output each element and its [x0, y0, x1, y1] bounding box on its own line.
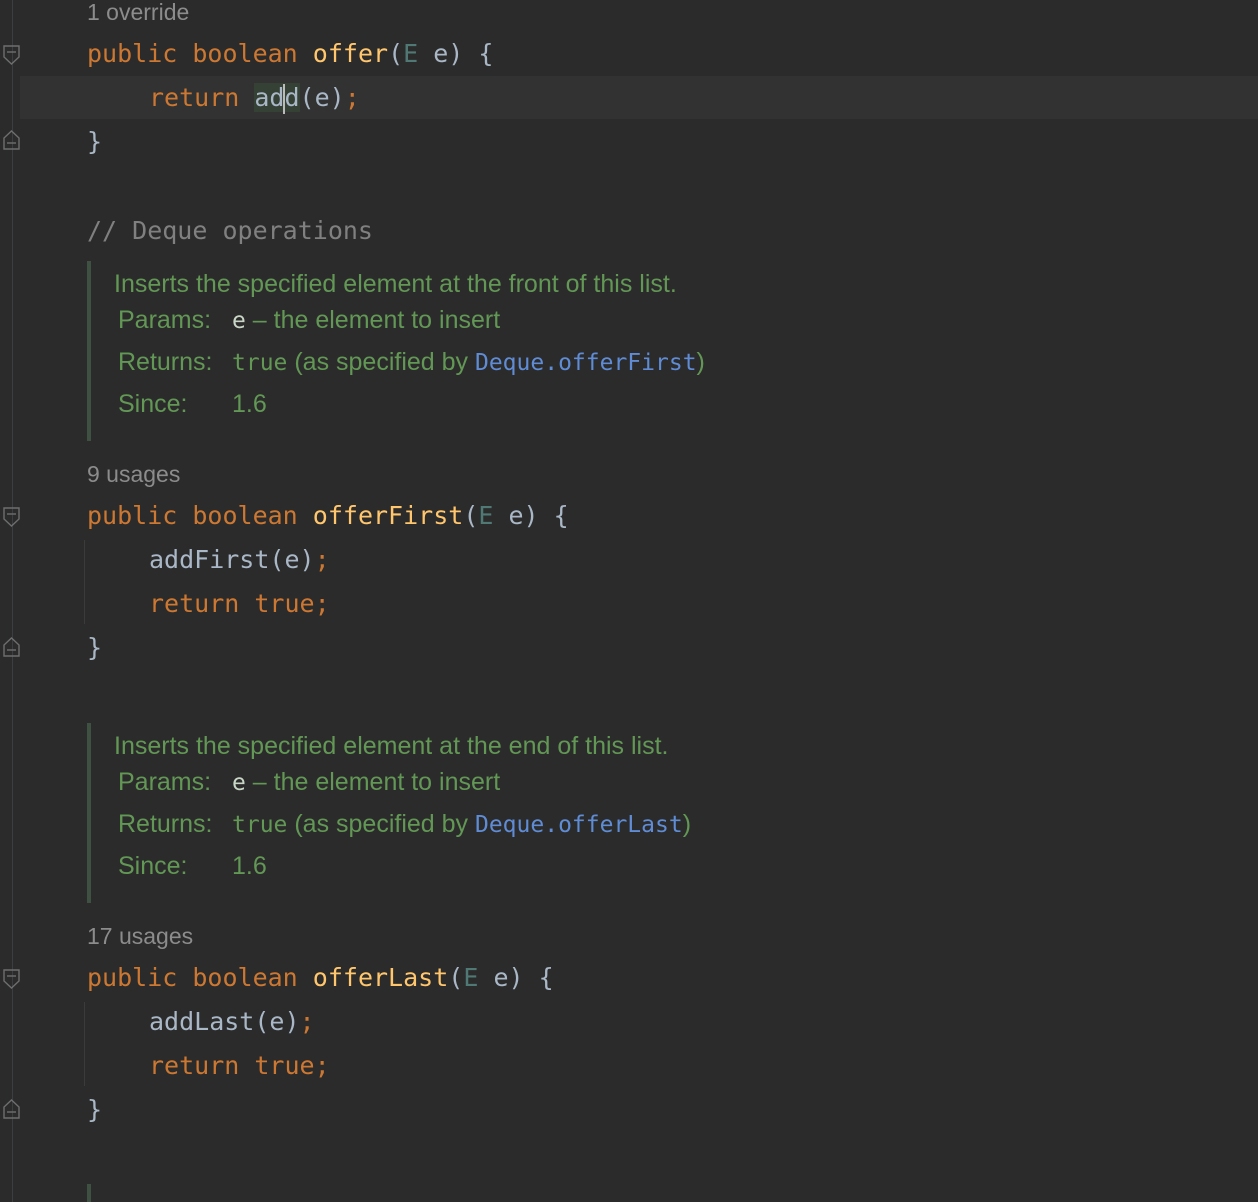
doc-params-row: Params: e – the element to insert — [91, 761, 991, 803]
doc-text: (as specified by — [287, 348, 475, 376]
keyword-public: public — [87, 963, 178, 992]
keyword-true: true — [254, 589, 315, 618]
param-list: e) { — [418, 39, 494, 68]
override-hint[interactable]: 1 override — [87, 0, 189, 27]
code-line-close-brace: } — [87, 1095, 103, 1124]
doc-label: Params: — [118, 306, 212, 334]
identifier-part: d — [284, 83, 300, 112]
param-list: e) { — [478, 963, 554, 992]
code-line-offer-signature: public boolean offer(E e) { — [87, 32, 493, 76]
javadoc-offerLast[interactable]: Inserts the specified element at the end… — [87, 723, 991, 903]
doc-label: Returns: — [118, 810, 213, 838]
semicolon: ; — [314, 1051, 330, 1080]
editor-gutter — [12, 0, 13, 1202]
fold-collapse-icon[interactable] — [3, 969, 20, 989]
fold-end-icon[interactable] — [3, 130, 20, 150]
doc-label: Params: — [118, 768, 212, 796]
type-param: E — [403, 39, 419, 68]
doc-param-desc: – the element to insert — [245, 306, 501, 334]
doc-link-deque-offerLast[interactable]: Deque.offerLast — [475, 812, 683, 838]
method-call[interactable]: addFirst(e) — [149, 545, 315, 574]
method-call[interactable]: addLast(e) — [149, 1007, 300, 1036]
fold-collapse-icon[interactable] — [3, 45, 20, 65]
comment-deque-operations: // Deque operations — [87, 216, 373, 245]
doc-code: true — [232, 812, 288, 838]
doc-text: ) — [696, 348, 705, 376]
type-param: E — [478, 501, 494, 530]
type-param: E — [463, 963, 479, 992]
doc-link-deque-offerFirst[interactable]: Deque.offerFirst — [475, 350, 697, 376]
doc-label: Since: — [118, 390, 188, 418]
method-name-offerFirst[interactable]: offerFirst — [313, 501, 464, 530]
code-line-return-add[interactable]: return add(e); — [87, 76, 360, 120]
usages-hint[interactable]: 17 usages — [87, 921, 193, 951]
semicolon: ; — [314, 589, 330, 618]
doc-description: Inserts the specified element at the fro… — [114, 270, 677, 298]
keyword-boolean: boolean — [192, 39, 298, 68]
code-line-close-brace: } — [87, 633, 103, 662]
semicolon: ; — [344, 83, 360, 112]
keyword-return: return — [149, 1051, 240, 1080]
keyword-public: public — [87, 39, 178, 68]
fold-end-icon[interactable] — [3, 1099, 20, 1119]
keyword-public: public — [87, 501, 178, 530]
identifier-part: ad — [254, 83, 285, 112]
doc-param-name: e — [232, 770, 246, 796]
semicolon: ; — [314, 545, 330, 574]
param-list: e) { — [493, 501, 569, 530]
call-args: (e) — [299, 83, 345, 112]
paren: ( — [448, 963, 464, 992]
doc-param-desc: – the element to insert — [245, 768, 501, 796]
doc-since-value: 1.6 — [232, 852, 267, 880]
keyword-boolean: boolean — [192, 501, 298, 530]
indent-guide — [84, 1002, 85, 1086]
usages-hint[interactable]: 9 usages — [87, 459, 180, 489]
doc-since-row: Since: 1.6 — [91, 383, 991, 425]
code-line-addLast: addLast(e); — [87, 1000, 315, 1044]
code-line-offerLast-signature: public boolean offerLast(E e) { — [87, 956, 554, 1000]
doc-text: (as specified by — [287, 810, 475, 838]
code-line-offerFirst-signature: public boolean offerFirst(E e) { — [87, 494, 569, 538]
identifier-add[interactable]: add — [254, 83, 300, 114]
doc-description: Inserts the specified element at the end… — [114, 732, 669, 760]
doc-text: ) — [682, 810, 692, 838]
doc-returns-row: Returns: true (as specified by Deque.offe… — [91, 803, 991, 845]
keyword-return: return — [149, 83, 240, 112]
keyword-true: true — [254, 1051, 315, 1080]
method-name-offer[interactable]: offer — [313, 39, 388, 68]
doc-label: Returns: — [118, 348, 213, 376]
paren: ( — [463, 501, 479, 530]
semicolon: ; — [299, 1007, 315, 1036]
javadoc-next-partial — [87, 1184, 991, 1202]
doc-label: Since: — [118, 852, 188, 880]
indent-guide — [84, 540, 85, 624]
fold-collapse-icon[interactable] — [3, 507, 20, 527]
doc-since-value: 1.6 — [232, 390, 267, 418]
doc-code: true — [232, 350, 288, 376]
doc-params-row: Params: e – the element to insert — [91, 299, 991, 341]
paren: ( — [388, 39, 404, 68]
code-line-addFirst: addFirst(e); — [87, 538, 330, 582]
code-line-return-true: return true; — [87, 1044, 330, 1088]
doc-param-name: e — [232, 308, 246, 334]
javadoc-offerFirst[interactable]: Inserts the specified element at the fro… — [87, 261, 991, 441]
doc-since-row: Since: 1.6 — [91, 845, 991, 887]
fold-end-icon[interactable] — [3, 637, 20, 657]
method-name-offerLast[interactable]: offerLast — [313, 963, 448, 992]
code-line-close-brace: } — [87, 127, 103, 156]
code-line-return-true: return true; — [87, 582, 330, 626]
keyword-boolean: boolean — [192, 963, 298, 992]
keyword-return: return — [149, 589, 240, 618]
doc-returns-row: Returns: true (as specified by Deque.offe… — [91, 341, 991, 383]
